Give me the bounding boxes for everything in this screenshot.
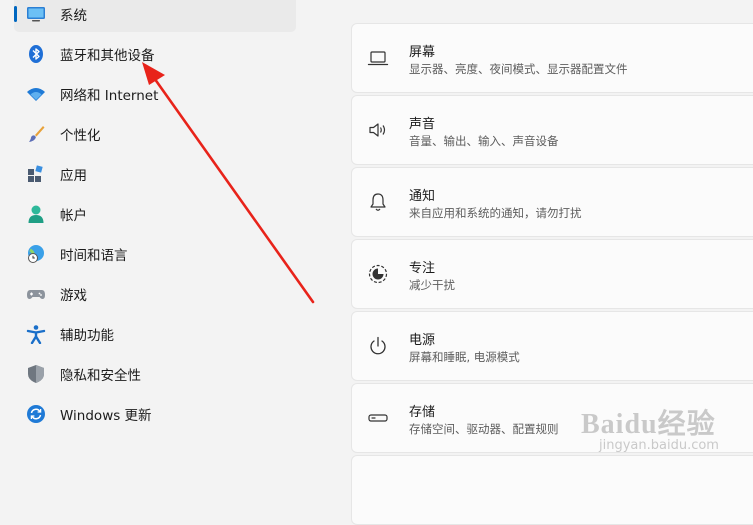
- sidebar-item-label: 时间和语言: [60, 248, 128, 264]
- bluetooth-icon: [26, 44, 46, 64]
- sidebar-item-label: 应用: [60, 168, 87, 184]
- selection-indicator: [14, 6, 17, 22]
- card-next-partial[interactable]: [351, 455, 753, 525]
- update-icon: [26, 404, 46, 424]
- sidebar-item-label: 个性化: [60, 128, 101, 144]
- card-subtitle: 来自应用和系统的通知，请勿打扰: [409, 206, 582, 220]
- settings-sidebar: 系统 蓝牙和其他设备 网络和 Internet 个性化 应用 帐户 时间和语言 …: [0, 0, 300, 471]
- wifi-icon: [26, 84, 46, 104]
- bell-icon: [367, 191, 389, 213]
- accessibility-icon: [26, 324, 46, 345]
- sidebar-item-bluetooth[interactable]: 蓝牙和其他设备: [14, 36, 296, 72]
- sidebar-item-label: 系统: [60, 8, 87, 24]
- shield-icon: [26, 364, 46, 384]
- person-icon: [26, 204, 46, 224]
- sidebar-item-label: Windows 更新: [60, 408, 152, 424]
- gamepad-icon: [26, 284, 46, 304]
- card-title: 屏幕: [409, 45, 436, 60]
- card-title: 专注: [409, 261, 436, 276]
- card-title: 存储: [409, 405, 436, 420]
- sidebar-item-label: 网络和 Internet: [60, 88, 159, 104]
- baidu-jingyan-watermark: Baidu经验 jingyan.baidu.com: [571, 402, 741, 464]
- sidebar-item-label: 隐私和安全性: [60, 368, 141, 384]
- sidebar-item-accessibility[interactable]: 辅助功能: [14, 316, 296, 352]
- sidebar-item-personalization[interactable]: 个性化: [14, 116, 296, 152]
- sidebar-item-privacy-security[interactable]: 隐私和安全性: [14, 356, 296, 392]
- apps-icon: [26, 164, 46, 184]
- sidebar-item-windows-update[interactable]: Windows 更新: [14, 396, 296, 432]
- focus-icon: [367, 263, 389, 285]
- card-power[interactable]: 电源 屏幕和睡眠, 电源模式: [351, 311, 753, 381]
- monitor-icon: [26, 4, 46, 24]
- card-subtitle: 屏幕和睡眠, 电源模式: [409, 350, 520, 364]
- card-sound[interactable]: 声音 音量、输出、输入、声音设备: [351, 95, 753, 165]
- sidebar-item-apps[interactable]: 应用: [14, 156, 296, 192]
- laptop-icon: [367, 47, 389, 69]
- card-title: 声音: [409, 117, 436, 132]
- card-display[interactable]: 屏幕 显示器、亮度、夜间模式、显示器配置文件: [351, 23, 753, 93]
- watermark-sub: jingyan.baidu.com: [599, 438, 719, 453]
- sidebar-item-gaming[interactable]: 游戏: [14, 276, 296, 312]
- card-subtitle: 音量、输出、输入、声音设备: [409, 134, 559, 148]
- card-title: 电源: [409, 333, 436, 348]
- sidebar-item-label: 帐户: [60, 208, 87, 224]
- settings-content: 屏幕 显示器、亮度、夜间模式、显示器配置文件 声音 音量、输出、输入、声音设备 …: [351, 0, 753, 525]
- speaker-icon: [367, 119, 389, 141]
- card-notifications[interactable]: 通知 来自应用和系统的通知，请勿打扰: [351, 167, 753, 237]
- sidebar-item-network[interactable]: 网络和 Internet: [14, 76, 296, 112]
- brush-icon: [26, 124, 46, 144]
- power-icon: [367, 335, 389, 357]
- storage-icon: [367, 407, 389, 429]
- card-title: 通知: [409, 189, 436, 204]
- card-subtitle: 显示器、亮度、夜间模式、显示器配置文件: [409, 62, 628, 76]
- sidebar-item-accounts[interactable]: 帐户: [14, 196, 296, 232]
- sidebar-item-label: 辅助功能: [60, 328, 114, 344]
- watermark-main: Baidu经验: [581, 409, 716, 440]
- globe-clock-icon: [26, 244, 46, 264]
- card-focus[interactable]: 专注 减少干扰: [351, 239, 753, 309]
- sidebar-item-time-language[interactable]: 时间和语言: [14, 236, 296, 272]
- sidebar-item-label: 游戏: [60, 288, 87, 304]
- card-subtitle: 减少干扰: [409, 278, 455, 292]
- sidebar-item-system[interactable]: 系统: [14, 0, 296, 32]
- card-subtitle: 存储空间、驱动器、配置规则: [409, 422, 559, 436]
- sidebar-item-label: 蓝牙和其他设备: [60, 48, 155, 64]
